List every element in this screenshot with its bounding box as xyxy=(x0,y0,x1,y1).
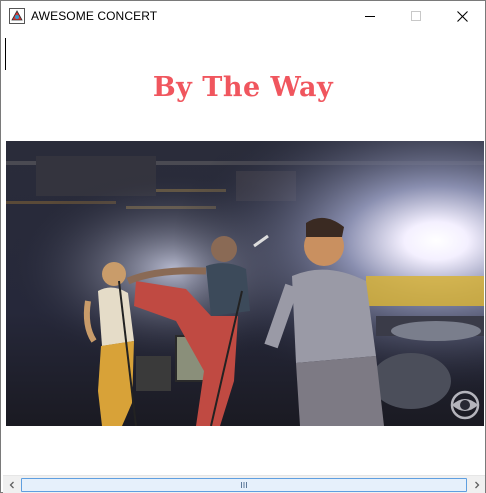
app-window: AWESOME CONCERT By The Way xyxy=(0,0,486,493)
scroll-right-button[interactable] xyxy=(468,476,485,493)
grip-icon xyxy=(241,482,247,488)
concert-video[interactable] xyxy=(6,141,484,426)
maximize-icon xyxy=(411,11,421,21)
java-app-icon xyxy=(9,8,25,24)
horizontal-scrollbar[interactable] xyxy=(3,475,485,493)
song-title: By The Way xyxy=(152,72,334,103)
minimize-icon xyxy=(365,16,375,17)
content-panel: By The Way xyxy=(1,32,485,475)
chevron-right-icon xyxy=(474,481,479,488)
concert-frame-image xyxy=(6,141,484,426)
scroll-thumb[interactable] xyxy=(21,478,467,492)
title-bar[interactable]: AWESOME CONCERT xyxy=(1,1,485,31)
close-icon xyxy=(456,10,468,22)
scroll-left-button[interactable] xyxy=(3,476,20,493)
text-caret xyxy=(5,38,6,70)
close-button[interactable] xyxy=(439,1,485,31)
chevron-left-icon xyxy=(9,481,14,488)
window-title: AWESOME CONCERT xyxy=(31,9,158,23)
minimize-button[interactable] xyxy=(347,1,393,31)
maximize-button[interactable] xyxy=(393,1,439,31)
